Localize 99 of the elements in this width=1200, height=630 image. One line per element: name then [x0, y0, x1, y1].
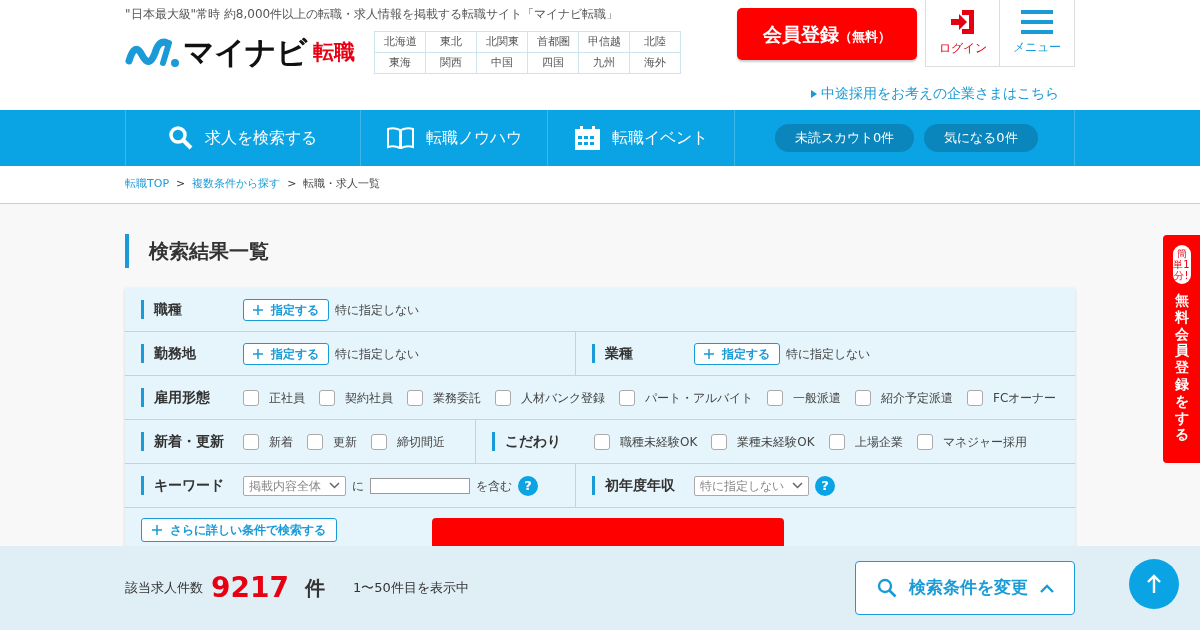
suffix-text: を含む [476, 477, 512, 495]
caret-icon [792, 482, 803, 489]
checkbox[interactable] [243, 433, 259, 450]
field-label: 初年度年収 [592, 476, 688, 495]
breadcrumb-link[interactable]: 転職TOP [125, 176, 169, 193]
region-link[interactable]: 甲信越 [578, 31, 630, 53]
plus-icon [253, 348, 263, 359]
menu-icon [1021, 10, 1053, 34]
region-link[interactable]: 四国 [527, 52, 579, 74]
search-icon [169, 126, 193, 150]
checkbox-label: 業務委託 [433, 389, 481, 407]
nav-pill-button[interactable]: 気になる0件 [924, 124, 1038, 152]
specify-button[interactable]: 指定する [694, 342, 780, 365]
field-label: 勤務地 [141, 344, 237, 363]
region-link[interactable]: 海外 [629, 52, 681, 74]
checkbox[interactable] [307, 433, 323, 450]
book-icon [386, 127, 414, 149]
region-link[interactable]: 北陸 [629, 31, 681, 53]
specify-button[interactable]: 指定する [243, 342, 329, 365]
condition-value: 特に指定しない [335, 345, 419, 363]
checkbox-label: 一般派遣 [793, 389, 841, 407]
checkbox[interactable] [916, 433, 933, 450]
corporate-link[interactable]: 中途採用をお考えの企業さまはこちら [811, 83, 1059, 104]
checkbox[interactable] [371, 433, 387, 450]
field-label: 職種 [141, 300, 237, 319]
checkbox[interactable] [828, 433, 845, 450]
checkbox[interactable] [495, 389, 511, 406]
checkbox-label: FCオーナー [993, 389, 1057, 407]
page-title: 検索結果一覧 [125, 234, 1075, 268]
checkbox-label: 紹介予定派遣 [881, 389, 953, 407]
checkbox-label: 契約社員 [345, 389, 393, 407]
result-unit: 件 [304, 575, 325, 602]
field-label: こだわり [492, 432, 588, 451]
checkbox-label: 業種未経験OK [737, 433, 815, 451]
connector-text: に [352, 477, 364, 495]
help-button[interactable]: ? [518, 475, 538, 496]
checkbox[interactable] [855, 389, 871, 406]
checkbox-label: 正社員 [269, 389, 305, 407]
change-conditions-button[interactable]: 検索条件を変更 [855, 561, 1075, 615]
region-link[interactable]: 首都圏 [527, 31, 579, 53]
checkbox-label: 新着 [269, 433, 293, 451]
checkbox-label: 更新 [333, 433, 357, 451]
breadcrumb-separator: > [287, 176, 297, 193]
checkbox[interactable] [967, 389, 983, 406]
breadcrumb-link[interactable]: 複数条件から探す [192, 176, 281, 193]
arrow-up-icon [1146, 574, 1162, 594]
region-link[interactable]: 関西 [425, 52, 477, 74]
login-button[interactable]: ログイン [925, 0, 1000, 67]
nav-pill-button[interactable]: 未読スカウト0件 [775, 124, 915, 152]
more-conditions-button[interactable]: さらに詳しい条件で検索する [141, 518, 337, 542]
register-button[interactable]: 会員登録（無料） [737, 8, 917, 60]
checkbox-label: パート・アルバイト [645, 389, 753, 407]
condition-value: 特に指定しない [786, 345, 870, 363]
field-label: 新着・更新 [141, 432, 237, 451]
checkbox-label: 上場企業 [854, 433, 903, 451]
region-link[interactable]: 北海道 [374, 31, 426, 53]
breadcrumb-current: 転職・求人一覧 [303, 176, 381, 193]
checkbox-label: 職種未経験OK [620, 433, 698, 451]
checkbox[interactable] [594, 433, 610, 450]
calendar-icon [574, 126, 600, 150]
dropdown[interactable]: 特に指定しない [694, 475, 809, 496]
keyword-input[interactable] [370, 477, 470, 494]
caret-icon [329, 482, 340, 489]
signup-side-tab[interactable]: 簡単1分! 無料会員登録をする [1163, 235, 1200, 463]
field-label: 業種 [592, 344, 688, 363]
triangle-icon [811, 89, 817, 98]
result-count: 9217 [211, 570, 289, 606]
field-label: キーワード [141, 476, 237, 495]
help-button[interactable]: ? [815, 475, 835, 496]
checkbox-label: マネジャー採用 [942, 433, 1027, 451]
plus-icon [704, 348, 714, 359]
region-link[interactable]: 北関東 [476, 31, 528, 53]
result-range: 1〜50件目を表示中 [352, 579, 469, 598]
site-logo[interactable]: マイナビ 転職 [125, 36, 374, 69]
specify-button[interactable]: 指定する [243, 298, 329, 321]
checkbox[interactable] [319, 389, 335, 406]
tagline: "日本最大級"常時 約8,000件以上の転職・求人情報を掲載する転職サイト「マイナビ転職」 [125, 6, 620, 23]
field-label: 雇用形態 [141, 388, 237, 407]
region-link[interactable]: 九州 [578, 52, 630, 74]
checkbox-label: 人材バンク登録 [521, 389, 605, 407]
search-icon [876, 578, 897, 598]
menu-button[interactable]: メニュー [1000, 0, 1075, 67]
result-count-label: 該当求人件数 [125, 579, 203, 598]
condition-value: 特に指定しない [335, 301, 419, 319]
login-icon [949, 9, 976, 35]
region-link[interactable]: 東北 [425, 31, 477, 53]
checkbox[interactable] [243, 389, 259, 406]
checkbox[interactable] [619, 389, 635, 406]
dropdown[interactable]: 掲載内容全体 [243, 475, 346, 496]
checkbox[interactable] [711, 433, 728, 450]
checkbox[interactable] [407, 389, 423, 406]
chevron-up-icon [1039, 583, 1054, 593]
plus-icon [253, 304, 263, 315]
checkbox-label: 締切間近 [397, 433, 445, 451]
checkbox[interactable] [767, 389, 783, 406]
region-link[interactable]: 東海 [374, 52, 426, 74]
breadcrumb-separator: > [176, 176, 186, 193]
plus-icon [152, 525, 162, 535]
region-link[interactable]: 中国 [476, 52, 528, 74]
